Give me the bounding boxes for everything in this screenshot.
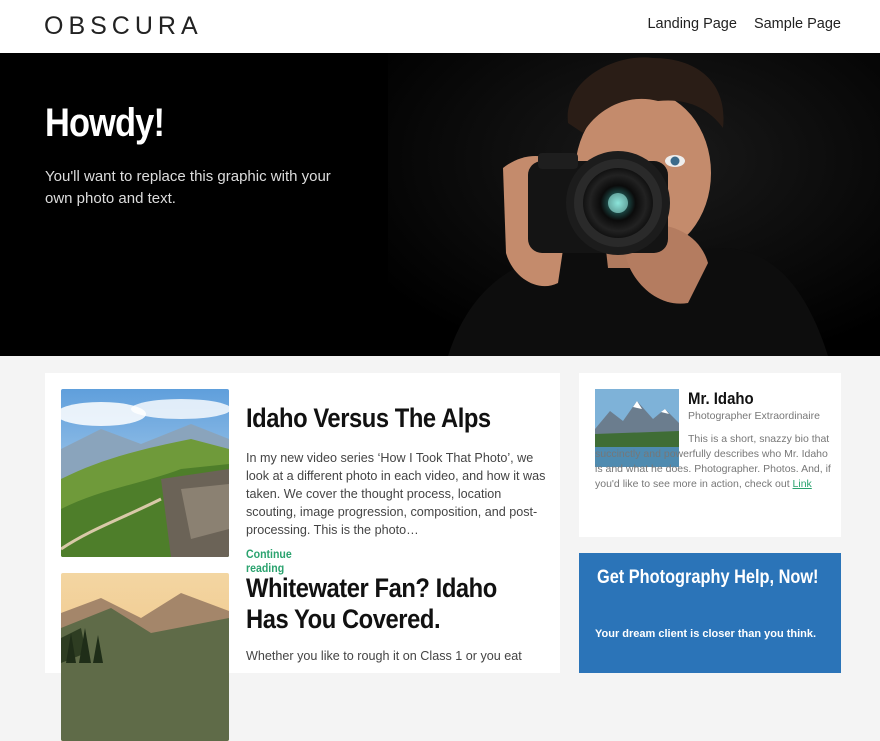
continue-reading-link[interactable]: Continue reading	[246, 547, 292, 575]
site-logo[interactable]: OBSCURA	[44, 12, 203, 41]
post-title[interactable]: Idaho Versus The Alps	[246, 403, 519, 434]
post-thumbnail[interactable]	[61, 573, 229, 741]
hero-banner: Howdy! You'll want to replace this graph…	[0, 53, 880, 356]
cta-widget: Get Photography Help, Now! Your dream cl…	[579, 553, 841, 673]
nav-landing-page[interactable]: Landing Page	[647, 16, 737, 32]
cta-text: Your dream client is closer than you thi…	[595, 628, 817, 640]
post-excerpt: In my new video series ‘How I Took That …	[246, 451, 546, 537]
cta-title: Get Photography Help, Now!	[597, 567, 819, 588]
post-thumbnail[interactable]	[61, 389, 229, 557]
bio-link[interactable]: Link	[793, 478, 812, 490]
hero-subtitle: You'll want to replace this graphic with…	[45, 168, 331, 207]
author-bio-text: This is a short, snazzy bio that succinc…	[595, 432, 831, 492]
author-role: Photographer Extraordinaire	[688, 410, 820, 422]
post-excerpt: Whether you like to rough it on Class 1 …	[246, 649, 522, 663]
hero-photographer-image	[388, 53, 880, 356]
river-valley-image	[61, 573, 229, 741]
author-name: Mr. Idaho	[688, 389, 754, 408]
mountain-trail-image	[61, 389, 229, 557]
post-title-line: Has You Covered.	[246, 604, 441, 634]
post-title[interactable]: Whitewater Fan? Idaho Has You Covered.	[246, 573, 519, 635]
main-nav: Landing Page Sample Page	[647, 16, 841, 32]
author-bio-widget: Mr. Idaho Photographer Extraordinaire Th…	[579, 373, 841, 537]
site-header: OBSCURA Landing Page Sample Page	[0, 0, 880, 53]
post-title-line: Whitewater Fan? Idaho	[246, 573, 497, 603]
nav-sample-page[interactable]: Sample Page	[754, 16, 841, 32]
hero-title: Howdy!	[45, 101, 165, 145]
posts-panel: Idaho Versus The Alps In my new video se…	[45, 373, 560, 741]
